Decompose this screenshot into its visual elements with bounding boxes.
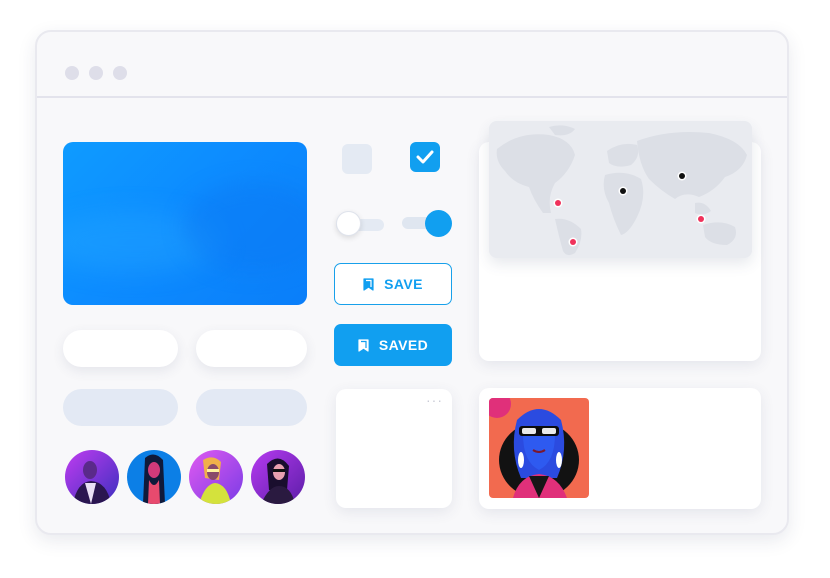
more-horizontal-icon[interactable]: ··· bbox=[426, 393, 443, 407]
bookmark-icon bbox=[363, 277, 374, 291]
small-card: ··· bbox=[336, 389, 452, 508]
profile-illustration bbox=[489, 398, 589, 498]
world-map[interactable] bbox=[489, 121, 752, 258]
saved-button-label: SAVED bbox=[378, 337, 429, 353]
avatar[interactable] bbox=[189, 450, 243, 504]
hero-image bbox=[63, 142, 307, 305]
checkbox-checked[interactable] bbox=[410, 142, 440, 172]
placeholder-pill[interactable] bbox=[63, 389, 178, 426]
title-bar bbox=[37, 32, 787, 98]
toggle-on[interactable] bbox=[402, 209, 454, 239]
window-dot-minimize[interactable] bbox=[89, 66, 103, 80]
check-icon bbox=[416, 150, 434, 164]
world-map-graphic bbox=[489, 121, 752, 258]
window-dot-close[interactable] bbox=[65, 66, 79, 80]
avatar[interactable] bbox=[127, 450, 181, 504]
placeholder-pill[interactable] bbox=[196, 389, 307, 426]
window-dot-maximize[interactable] bbox=[113, 66, 127, 80]
avatar[interactable] bbox=[251, 450, 305, 504]
save-button[interactable]: SAVE bbox=[334, 263, 452, 305]
text-pill[interactable] bbox=[196, 330, 307, 367]
save-button-label: SAVE bbox=[384, 276, 423, 292]
checkbox-unchecked[interactable] bbox=[342, 144, 372, 174]
text-pill[interactable] bbox=[63, 330, 178, 367]
app-window: SAVE SAVED ··· bbox=[35, 30, 789, 535]
toggle-off[interactable] bbox=[336, 209, 386, 239]
saved-button[interactable]: SAVED bbox=[334, 324, 452, 366]
bookmark-icon bbox=[358, 338, 369, 352]
avatar[interactable] bbox=[65, 450, 119, 504]
profile-card bbox=[479, 388, 761, 509]
